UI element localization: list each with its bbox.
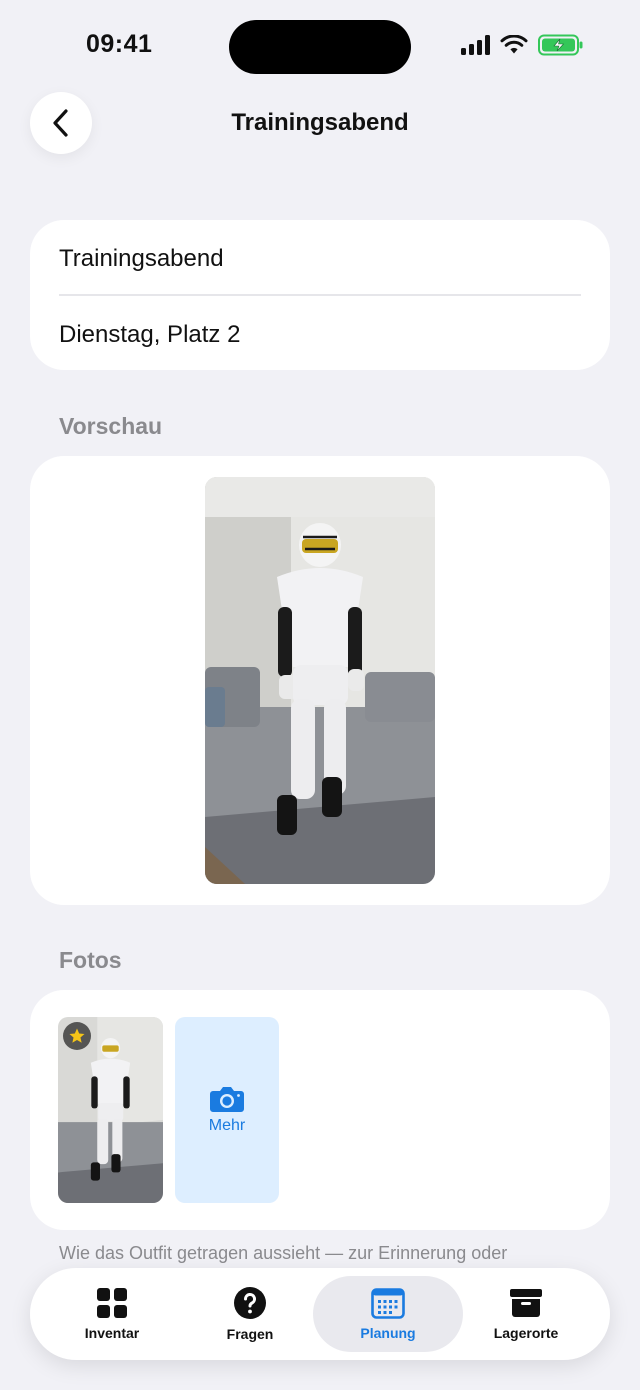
archive-box-icon [510,1289,542,1317]
wifi-icon [500,35,528,54]
calendar-icon [371,1288,405,1319]
photos-card: Mehr [30,990,610,1230]
outfit-name-field[interactable]: Trainingsabend [59,245,224,273]
preview-section-label: Vorschau [59,413,163,439]
battery-icon [538,34,583,56]
divider [59,294,581,296]
grid-icon [97,1288,127,1318]
status-time: 09:41 [86,30,153,58]
preview-photo[interactable] [205,477,435,884]
favorite-star-icon [63,1022,91,1050]
status-icons [461,34,584,56]
tab-label: Fragen [226,1326,274,1342]
photo-thumbnail[interactable] [58,1017,163,1203]
tab-label: Inventar [84,1325,140,1341]
outfit-details-field[interactable]: Dienstag, Platz 2 [59,321,240,349]
cellular-signal-icon [461,35,490,55]
preview-card [30,456,610,905]
tab-lagerorte[interactable]: Lagerorte [451,1276,601,1352]
dynamic-island [229,20,411,74]
tab-planung[interactable]: Planung [313,1276,463,1352]
add-photo-label: Mehr [208,1117,246,1134]
obscured-link: … [74,1376,92,1390]
page-title: Trainingsabend [231,109,409,136]
camera-icon [210,1087,244,1112]
info-card: Trainingsabend Dienstag, Platz 2 [30,220,610,370]
tab-bar: Inventar Fragen Planung Lagerorte [30,1268,610,1360]
tab-fragen[interactable]: Fragen [175,1276,325,1352]
tab-inventar[interactable]: Inventar [37,1276,187,1352]
photos-footnote: Wie das Outfit getragen aussieht — zur E… [59,1243,508,1263]
tab-label: Planung [360,1325,416,1341]
photos-section-label: Fotos [59,947,122,973]
tab-label: Lagerorte [493,1325,559,1341]
add-photo-button[interactable]: Mehr [175,1017,279,1203]
question-icon [234,1287,266,1319]
